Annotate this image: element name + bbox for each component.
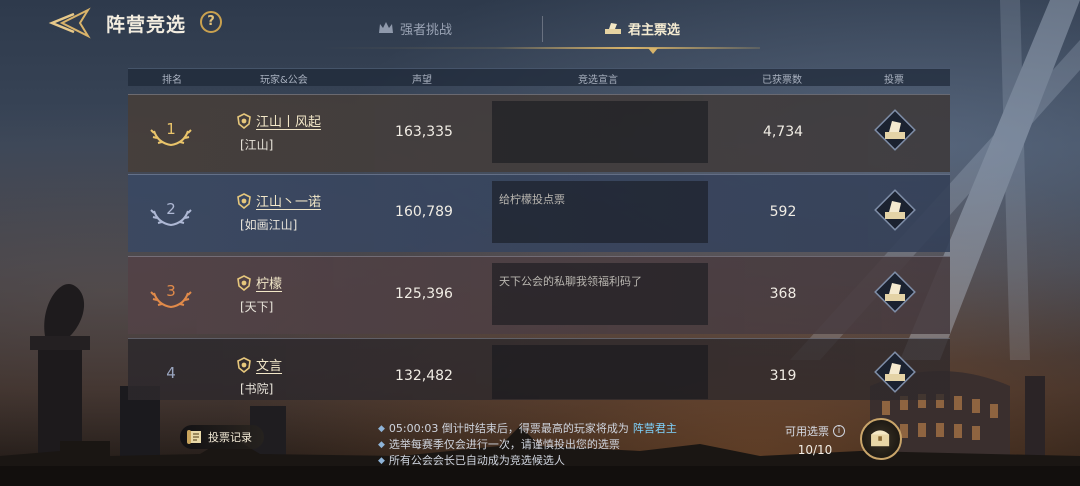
guild-name: [书院] — [240, 382, 274, 396]
tab-bar: 强者挑战 君主票选 — [320, 12, 760, 54]
column-header-prestige: 声望 — [412, 75, 432, 86]
vote-button[interactable] — [872, 187, 918, 233]
table-row: 4 文言 [书院] 132,482 319 — [128, 338, 950, 400]
rank-cell: 1 — [146, 119, 196, 149]
rank-number: 1 — [166, 120, 176, 138]
column-header-vote: 投票 — [884, 75, 904, 86]
campaign-slogan: 给柠檬投点票 — [492, 181, 708, 243]
campaign-slogan: 天下公会的私聊我领福利码了 — [492, 263, 708, 325]
tab-underline — [320, 47, 760, 49]
vote-icon — [874, 271, 916, 313]
column-header-player-guild: 玩家&公会 — [260, 75, 308, 86]
vote-count: 368 — [769, 286, 797, 302]
tab-strongest-challenge[interactable]: 强者挑战 — [378, 12, 452, 44]
vote-icon — [874, 351, 916, 393]
column-header-slogan: 竞选宣言 — [578, 75, 618, 86]
guild-badge-icon — [237, 274, 251, 291]
rank-number: 2 — [166, 200, 176, 218]
tab-label: 强者挑战 — [400, 22, 453, 38]
note-season-text: 选举每赛季仅会进行一次，请谨慎投出您的选票 — [388, 438, 620, 451]
active-tab-caret — [648, 48, 658, 54]
guild-name: [江山] — [240, 138, 274, 152]
bottom-info-bar: 投票记录 ◆ 05:00:03 倒计时结束后，得票最高的玩家将成为 阵营君主 ◆ … — [0, 405, 1080, 486]
guild-badge-icon — [237, 356, 251, 373]
available-votes-count: 10/10 — [797, 443, 833, 457]
help-icon[interactable]: ? — [200, 11, 222, 33]
tab-lord-vote[interactable]: 君主票选 — [604, 12, 680, 44]
rank-cell: 4 — [146, 363, 196, 393]
player-cell: 文言 [书院] — [236, 355, 282, 397]
vote-count: 592 — [769, 204, 797, 220]
prestige-value: 125,396 — [395, 286, 453, 302]
campaign-slogan — [492, 101, 708, 163]
available-votes-label: 可用选票 — [785, 425, 829, 438]
rank-cell: 3 — [146, 281, 196, 311]
prestige-value: 163,335 — [395, 124, 453, 140]
note-highlight: 阵营君主 — [632, 422, 677, 435]
player-name-link[interactable]: 江山丨风起 — [256, 111, 321, 130]
prestige-value: 160,789 — [395, 204, 453, 220]
prestige-value: 132,482 — [395, 368, 453, 384]
table-header: 排名 玩家&公会 声望 竞选宣言 已获票数 投票 — [128, 68, 950, 86]
chest-button[interactable] — [860, 418, 902, 460]
tab-divider — [542, 16, 543, 42]
player-name-link[interactable]: 文言 — [256, 355, 282, 374]
vote-icon — [874, 109, 916, 151]
player-cell: 柠檬 [天下] — [236, 273, 282, 315]
page-title: 阵营竞选 — [106, 14, 187, 36]
player-cell: 江山丨风起 [江山] — [236, 111, 321, 153]
note-candidates: ◆ 所有公会会长已自动成为竞选候选人 — [378, 453, 677, 469]
scroll-icon — [187, 430, 201, 444]
vote-button[interactable] — [872, 349, 918, 395]
column-header-rank: 排名 — [162, 75, 182, 86]
info-icon[interactable]: i — [833, 425, 845, 437]
guild-name: [如画江山] — [240, 218, 298, 232]
table-row: 1 江山丨风起 [江山] 163,335 4,734 — [128, 94, 950, 172]
table-row: 2 江山丶一诺 [如画江山] 160,789 给柠檬投点票 592 — [128, 174, 950, 252]
ballot-icon — [605, 23, 621, 34]
crown-icon — [379, 22, 393, 33]
diamond-bullet-icon: ◆ — [378, 440, 385, 450]
player-name-link[interactable]: 江山丶一诺 — [256, 191, 321, 210]
election-notes: ◆ 05:00:03 倒计时结束后，得票最高的玩家将成为 阵营君主 ◆ 选举每赛季… — [378, 421, 677, 469]
diamond-bullet-icon: ◆ — [378, 456, 385, 466]
rank-cell: 2 — [146, 199, 196, 229]
vote-button[interactable] — [872, 107, 918, 153]
back-arrow-icon[interactable] — [48, 6, 92, 40]
chest-icon — [871, 430, 890, 447]
diamond-bullet-icon: ◆ — [378, 424, 385, 434]
available-votes: 可用选票 i 10/10 — [780, 423, 850, 457]
note-countdown: ◆ 05:00:03 倒计时结束后，得票最高的玩家将成为 阵营君主 — [378, 421, 677, 437]
guild-name: [天下] — [240, 300, 274, 314]
rank-number: 3 — [166, 282, 176, 300]
vote-button[interactable] — [872, 269, 918, 315]
guild-badge-icon — [237, 192, 251, 209]
vote-icon — [874, 189, 916, 231]
vote-record-button[interactable]: 投票记录 — [180, 425, 264, 449]
note-countdown-text: 05:00:03 倒计时结束后，得票最高的玩家将成为 — [388, 422, 629, 435]
vote-record-label: 投票记录 — [208, 431, 252, 444]
note-candidates-text: 所有公会会长已自动成为竞选候选人 — [388, 454, 565, 467]
tab-label: 君主票选 — [628, 22, 681, 38]
vote-count: 4,734 — [762, 124, 804, 140]
vote-count: 319 — [769, 368, 797, 384]
player-name-link[interactable]: 柠檬 — [256, 273, 282, 292]
campaign-slogan — [492, 345, 708, 399]
player-cell: 江山丶一诺 [如画江山] — [236, 191, 321, 233]
rank-number: 4 — [166, 364, 176, 382]
column-header-votes: 已获票数 — [762, 75, 802, 86]
table-row: 3 柠檬 [天下] 125,396 天下公会的私聊我领福利码了 368 — [128, 256, 950, 334]
note-season: ◆ 选举每赛季仅会进行一次，请谨慎投出您的选票 — [378, 437, 677, 453]
guild-badge-icon — [237, 112, 251, 129]
